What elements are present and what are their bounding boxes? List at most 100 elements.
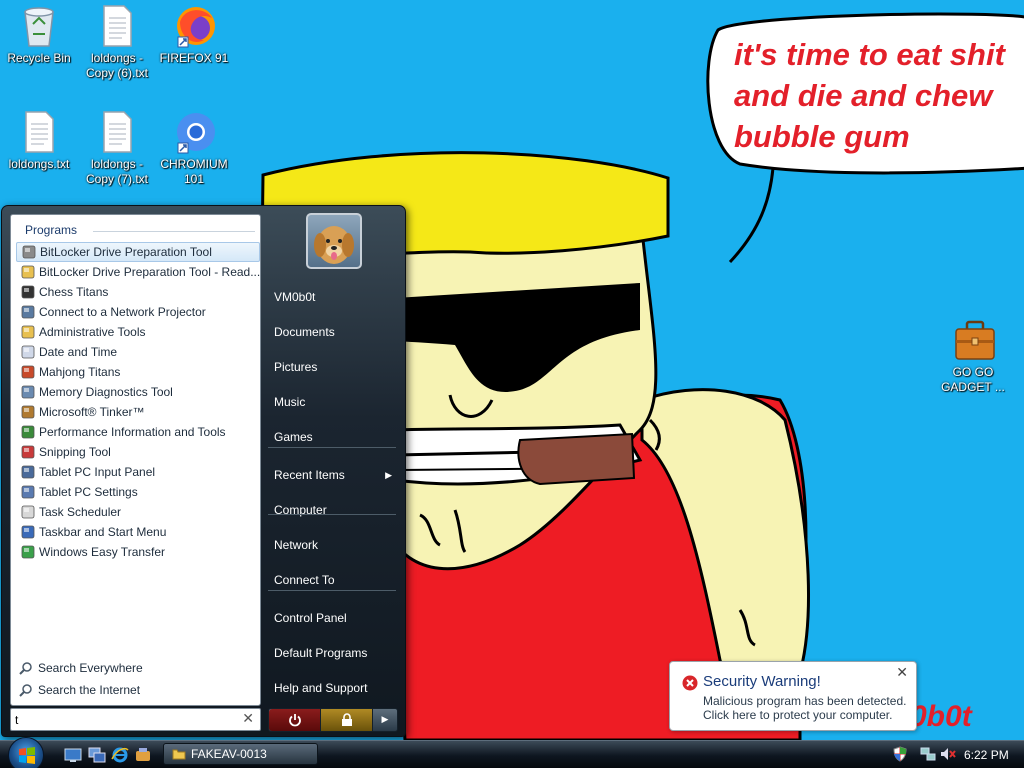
program-item[interactable]: Snipping Tool	[16, 442, 260, 462]
desktop-icon-loldongs-copy-7[interactable]: loldongs - Copy (7).txt	[78, 110, 156, 187]
speech-bubble-tail	[728, 167, 775, 264]
search-internet-label: Search the Internet	[38, 683, 141, 697]
program-item-label: Snipping Tool	[39, 445, 111, 459]
text-file-icon	[97, 110, 137, 154]
windows-logo-icon	[19, 747, 35, 764]
start-menu-item-label: VM0b0t	[274, 290, 316, 304]
program-item[interactable]: BitLocker Drive Preparation Tool	[16, 242, 260, 262]
desktop-icon-recycle-bin[interactable]: Recycle Bin	[0, 4, 78, 66]
taskbar: FAKEAV-0013 6:22 PM	[0, 737, 1024, 768]
program-item-label: Mahjong Titans	[39, 365, 121, 379]
program-item-label: Memory Diagnostics Tool	[39, 385, 173, 399]
taskbar-clock[interactable]: 6:22 PM	[964, 741, 1009, 768]
program-item-label: Connect to a Network Projector	[39, 305, 206, 319]
program-list: BitLocker Drive Preparation Tool BitLocke…	[16, 242, 260, 562]
tablet-settings-icon	[20, 484, 36, 500]
speech-bubble-text: it's time to eat shit and die and chew b…	[734, 34, 1024, 157]
program-item[interactable]: BitLocker Drive Preparation Tool - Read.…	[16, 262, 260, 282]
magnifier-icon	[19, 662, 32, 675]
media-player-icon[interactable]	[134, 747, 152, 763]
projector-icon	[20, 304, 36, 320]
program-item-label: Tablet PC Settings	[39, 485, 138, 499]
taskbar-icon	[20, 524, 36, 540]
security-shield-icon[interactable]	[892, 746, 908, 762]
start-menu-item-control-panel[interactable]: Control Panel	[274, 604, 404, 632]
folder-icon	[172, 749, 186, 760]
calendar-icon	[20, 344, 36, 360]
search-clear-button[interactable]: ✕	[242, 711, 254, 728]
mahjong-icon	[20, 364, 36, 380]
start-menu-item-help-and-support[interactable]: Help and Support	[274, 674, 404, 702]
start-menu-item-default-programs[interactable]: Default Programs	[274, 639, 404, 667]
memory-icon	[20, 384, 36, 400]
user-picture[interactable]	[306, 213, 362, 269]
search-everywhere-link[interactable]: Search Everywhere	[19, 660, 143, 676]
program-item[interactable]: Connect to a Network Projector	[16, 302, 260, 322]
program-item-label: Microsoft® Tinker™	[39, 405, 145, 419]
start-menu-item-computer[interactable]: Computer	[274, 496, 404, 524]
cigar	[517, 432, 636, 486]
desktop-icon-firefox[interactable]: FIREFOX 91	[155, 4, 233, 66]
start-menu-item-network[interactable]: Network	[274, 531, 404, 559]
program-item[interactable]: Performance Information and Tools	[16, 422, 260, 442]
folder-icon	[20, 264, 36, 280]
desktop-icon-loldongs[interactable]: loldongs.txt	[0, 110, 78, 172]
performance-icon	[20, 424, 36, 440]
programs-header-divider	[93, 231, 255, 232]
program-item[interactable]: Taskbar and Start Menu	[16, 522, 260, 542]
start-menu-item-vm0b0t[interactable]: VM0b0t	[274, 283, 404, 311]
program-item-label: BitLocker Drive Preparation Tool - Read.…	[39, 265, 260, 279]
start-menu-item-music[interactable]: Music	[274, 388, 404, 416]
security-warning-message-2[interactable]: Click here to protect your computer.	[703, 708, 892, 722]
power-options-button[interactable]: ▶	[373, 709, 397, 731]
start-menu-item-pictures[interactable]: Pictures	[274, 353, 404, 381]
chess-icon	[20, 284, 36, 300]
program-item-label: Task Scheduler	[39, 505, 122, 519]
program-item[interactable]: Tablet PC Settings	[16, 482, 260, 502]
tinker-icon	[20, 404, 36, 420]
wallpaper-signature: 0b0t	[910, 700, 972, 733]
program-item[interactable]: Chess Titans	[16, 282, 260, 302]
program-item[interactable]: Tablet PC Input Panel	[16, 462, 260, 482]
volume-muted-icon[interactable]	[940, 746, 956, 762]
desktop-icon-go-go-gadget[interactable]: GO GO GADGET ...	[934, 318, 1012, 395]
start-search-input[interactable]	[15, 711, 235, 728]
power-button[interactable]	[269, 709, 321, 731]
search-internet-link[interactable]: Search the Internet	[19, 682, 140, 698]
folder-icon	[20, 324, 36, 340]
security-warning-balloon[interactable]: Security Warning! Malicious program has …	[669, 661, 917, 731]
security-warning-message-1: Malicious program has been detected.	[703, 694, 907, 708]
start-menu-item-label: Default Programs	[274, 646, 368, 660]
desktop-icon-chromium[interactable]: CHROMIUM 101	[155, 110, 233, 187]
text-file-icon	[19, 110, 59, 154]
taskbar-button-fakeav[interactable]: FAKEAV-0013	[163, 743, 318, 765]
speech-line-3: bubble gum	[734, 119, 910, 154]
desktop-icon-loldongs-copy-6[interactable]: loldongs - Copy (6).txt	[78, 4, 156, 81]
balloon-close-button[interactable]: ✕	[896, 666, 908, 680]
switch-windows-icon[interactable]	[88, 747, 106, 763]
speech-line-1: it's time to eat shit	[734, 37, 1005, 72]
start-menu-item-label: Help and Support	[274, 681, 368, 695]
error-icon	[682, 675, 698, 691]
network-icon[interactable]	[920, 746, 936, 762]
power-icon	[288, 714, 301, 727]
clock-icon	[20, 504, 36, 520]
start-menu-item-label: Music	[274, 395, 306, 409]
program-item[interactable]: Administrative Tools	[16, 322, 260, 342]
program-item[interactable]: Memory Diagnostics Tool	[16, 382, 260, 402]
show-desktop-icon[interactable]	[64, 747, 82, 763]
internet-explorer-icon[interactable]	[111, 747, 129, 763]
start-search-box[interactable]: ✕	[10, 708, 261, 731]
program-item[interactable]: Task Scheduler	[16, 502, 260, 522]
lock-button[interactable]	[321, 709, 373, 731]
program-item[interactable]: Microsoft® Tinker™	[16, 402, 260, 422]
program-item[interactable]: Windows Easy Transfer	[16, 542, 260, 562]
start-menu-item-documents[interactable]: Documents	[274, 318, 404, 346]
start-button[interactable]	[8, 737, 44, 768]
start-menu-item-label: Control Panel	[274, 611, 347, 625]
program-item[interactable]: Mahjong Titans	[16, 362, 260, 382]
start-menu-item-recent-items[interactable]: Recent Items ▶	[274, 461, 404, 489]
scissors-icon	[20, 444, 36, 460]
program-item-label: Date and Time	[39, 345, 118, 359]
program-item[interactable]: Date and Time	[16, 342, 260, 362]
